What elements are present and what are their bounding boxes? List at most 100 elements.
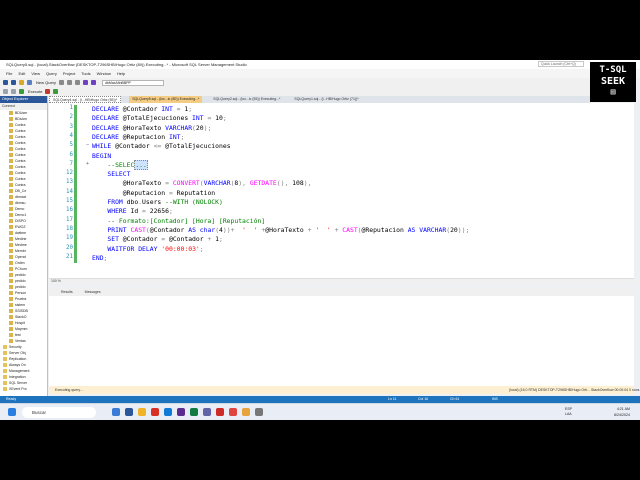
cut-icon[interactable] — [59, 80, 65, 85]
chrome-icon[interactable] — [151, 408, 159, 416]
code-line[interactable]: DECLARE @Contador INT = 1; — [92, 105, 192, 113]
excel-icon[interactable] — [190, 408, 198, 416]
execute-button[interactable]: Execute — [28, 89, 42, 94]
tab-sqlquery4[interactable]: SQLQuery4.sql - (l...HB\Hugo Ortiz (55))… — [49, 96, 122, 103]
database-icon — [9, 201, 13, 205]
code-line[interactable]: @Reputacion = Reputation — [92, 189, 215, 197]
copy-icon[interactable] — [67, 80, 73, 85]
results-pane — [49, 296, 634, 386]
database-icon — [3, 387, 7, 391]
window-title: SQLQuery5.sql - (local).StackOverflow (D… — [6, 62, 247, 67]
database-icon — [9, 123, 13, 127]
line-number: 6 — [69, 151, 74, 158]
execute-icon[interactable] — [19, 89, 24, 94]
menu-query[interactable]: Query — [46, 71, 57, 76]
database-select[interactable]: dbMaxAfinBBPP — [102, 79, 165, 86]
code-line[interactable]: WAITFOR DELAY '00:00:03'; — [92, 245, 203, 253]
save-icon[interactable] — [27, 80, 32, 85]
database-icon — [9, 297, 13, 301]
outlook-icon[interactable] — [164, 408, 172, 416]
database-icon — [9, 207, 13, 211]
code-line[interactable]: END; — [92, 254, 107, 262]
connect-icon[interactable] — [3, 89, 8, 94]
menu-tools[interactable]: Tools — [81, 71, 90, 76]
menu-project[interactable]: Project — [63, 71, 75, 76]
edge-icon[interactable] — [125, 408, 133, 416]
tab-sqlquery1[interactable]: SQLQuery1.sql - (l...HB\Hugo Ortiz (71))… — [291, 96, 361, 103]
tree-item[interactable]: XEvent Pro — [0, 386, 47, 392]
horizontal-scrollbar[interactable]: 100 % — [49, 278, 634, 283]
clock[interactable]: 4:21 AM 8/24/2024 — [614, 406, 630, 418]
language-indicator[interactable]: ESP LAA — [565, 407, 577, 417]
connect-button[interactable]: Connect — [0, 103, 47, 110]
undo-icon[interactable] — [83, 80, 89, 85]
ssms-icon[interactable] — [216, 408, 224, 416]
code-line[interactable]: PRINT CAST(@Contador AS char(4))+ ' ' +@… — [92, 226, 469, 234]
menu-file[interactable]: File — [6, 71, 12, 76]
redo-icon[interactable] — [91, 80, 97, 85]
code-line[interactable]: DECLARE @HoraTexto VARCHAR(20); — [92, 124, 211, 132]
object-explorer-title: Object Explorer — [0, 96, 47, 103]
insert-mode: INS — [492, 397, 498, 401]
code-line[interactable]: --SELEC... — [92, 159, 148, 170]
tab-sqlquery5[interactable]: SQLQuery5.sql - (loc...ic (80)) Executin… — [129, 96, 203, 103]
tab-results[interactable]: Results — [61, 288, 73, 296]
database-icon — [9, 333, 13, 337]
code-line[interactable]: DECLARE @Reputacion INT; — [92, 133, 184, 141]
app-icon[interactable] — [229, 408, 237, 416]
teams-icon[interactable] — [203, 408, 211, 416]
code-line[interactable]: WHERE Id = 22656; — [92, 207, 172, 215]
database-icon — [9, 177, 13, 181]
query-status-bar: Executing query... (local) (16.0 RTM) DE… — [49, 386, 639, 394]
line-number: 21 — [66, 253, 73, 260]
database-icon — [9, 147, 13, 151]
database-icon — [9, 189, 13, 193]
app-icon-3[interactable] — [255, 408, 263, 416]
new-query-button[interactable]: New Query — [36, 80, 56, 85]
database-icon — [9, 321, 13, 325]
tab-sqlquery2[interactable]: SQLQuery2.sql - (loc...ic (55)) Executin… — [210, 96, 283, 103]
parse-icon[interactable] — [53, 89, 59, 94]
code-line[interactable]: DECLARE @TotalEjecuciones INT = 10; — [92, 114, 227, 122]
start-icon[interactable] — [8, 408, 16, 416]
task-view-icon[interactable] — [112, 408, 120, 416]
menu-help[interactable]: Help — [117, 71, 125, 76]
database-icon — [9, 135, 13, 139]
menu-window[interactable]: Window — [97, 71, 111, 76]
code-line[interactable]: SET @Contador = @Contador + 1; — [92, 235, 222, 243]
menu-view[interactable]: View — [31, 71, 40, 76]
fold-toggle-icon[interactable]: + — [86, 161, 89, 167]
taskbar-search[interactable]: Buscar — [22, 407, 96, 418]
code-line[interactable]: BEGIN — [92, 152, 111, 160]
app-icon-2[interactable] — [242, 408, 250, 416]
menu-edit[interactable]: Edit — [18, 71, 25, 76]
code-line[interactable]: -- Formato:[Contador] [Hora] [Reputación… — [92, 217, 265, 225]
logo-line1: T-SQL — [599, 65, 627, 75]
database-icon — [9, 225, 13, 229]
database-icon — [3, 363, 7, 367]
query-editor[interactable]: 1 DECLARE @Contador INT = 1; 2 DECLARE @Tot… — [49, 103, 634, 280]
object-explorer-tree: BDUser BDsAm Contra Contra Contra Contra Contr… — [0, 110, 47, 392]
file-explorer-icon[interactable] — [138, 408, 146, 416]
code-line[interactable]: SELECT — [92, 170, 130, 178]
database-icon — [3, 375, 7, 379]
back-icon[interactable] — [3, 80, 8, 85]
open-icon[interactable] — [19, 80, 24, 85]
database-icon — [9, 219, 13, 223]
zoom-level[interactable]: 100 % — [51, 279, 61, 283]
code-line[interactable]: FROM dbo.Users --WITH (NOLOCK) — [92, 198, 222, 206]
database-icon — [9, 315, 13, 319]
line-number: 13 — [66, 179, 73, 186]
paste-icon[interactable] — [75, 80, 81, 85]
database-icon — [9, 327, 13, 331]
code-line[interactable]: WHILE @Contador <= @TotalEjecuciones — [92, 142, 231, 150]
sql-editor-toolbar: Execute — [0, 87, 590, 96]
change-connection-icon[interactable] — [11, 89, 16, 94]
stop-icon[interactable] — [45, 89, 51, 94]
vs-icon[interactable] — [177, 408, 185, 416]
fold-toggle-icon[interactable]: − — [86, 142, 89, 148]
quick-launch-input[interactable]: Quick Launch (Ctrl+Q) — [538, 61, 584, 67]
forward-icon[interactable] — [11, 80, 16, 85]
code-line[interactable]: @HoraTexto = CONVERT(VARCHAR(8), GETDATE… — [92, 179, 312, 187]
tab-messages[interactable]: Messages — [85, 288, 101, 296]
